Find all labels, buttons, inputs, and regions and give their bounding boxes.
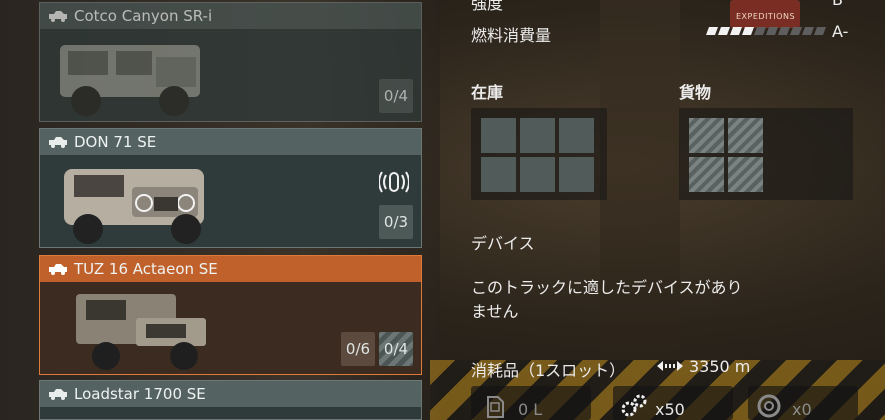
consumables-title: 消耗品（1スロット）: [471, 361, 626, 380]
rating-segment: [742, 27, 754, 35]
fuel-consumption-label: 燃料消費量: [471, 26, 552, 45]
cargo-cell[interactable]: [728, 157, 763, 192]
wheel-icon: [757, 394, 781, 418]
vehicle-name: Cotco Canyon SR-i: [74, 7, 213, 25]
winch-icon: [379, 171, 409, 193]
cargo-cell[interactable]: [689, 118, 724, 153]
rating-segment: [730, 27, 742, 35]
vehicle-name: TUZ 16 Actaeon SE: [74, 260, 218, 278]
repair-parts-icon: [621, 394, 647, 417]
cargo-cell[interactable]: [689, 157, 724, 192]
rating-segment: [814, 27, 826, 35]
inventory-cell[interactable]: [520, 157, 555, 192]
wheel-amount: x0: [792, 400, 812, 419]
vehicle-card-loadstar[interactable]: Loadstar 1700 SE: [39, 380, 422, 420]
vehicle-card-header: DON 71 SE: [40, 129, 421, 155]
trailer-slot-counter: 0/4: [379, 332, 413, 366]
devices-message-line2: ません: [471, 302, 519, 321]
cargo-slot-counter: 0/6: [341, 332, 375, 366]
stat-label-strength: 強度: [471, 0, 504, 13]
vehicle-image: [60, 45, 200, 116]
rating-segment: [718, 27, 730, 35]
vehicle-card-don[interactable]: DON 71 SE 0/3: [39, 128, 422, 248]
vehicle-name: DON 71 SE: [74, 133, 157, 151]
cargo-slot-counter: 0/4: [379, 79, 413, 113]
inventory-cell[interactable]: [481, 157, 516, 192]
inventory-cell[interactable]: [481, 118, 516, 153]
inventory-cell[interactable]: [559, 118, 594, 153]
vehicle-card-tuz-selected[interactable]: TUZ 16 Actaeon SE 0/6 0/4: [39, 255, 422, 375]
cargo-cell[interactable]: [728, 118, 763, 153]
range-value: 3350 m: [689, 357, 751, 376]
fuel-rating-bar: [706, 27, 826, 35]
vehicle-card-cotco[interactable]: Cotco Canyon SR-i 0/4: [39, 2, 422, 122]
inventory-cell[interactable]: [559, 157, 594, 192]
repair-parts-amount: x50: [655, 400, 685, 419]
stat-value-strength: B: [832, 0, 843, 9]
truck-icon: [49, 264, 67, 275]
vehicle-image: [76, 294, 206, 370]
truck-icon: [49, 137, 67, 148]
rating-segment: [766, 27, 778, 35]
rating-segment: [790, 27, 802, 35]
rating-segment: [778, 27, 790, 35]
fuel-consumption-grade: A-: [832, 22, 849, 41]
inventory-cell[interactable]: [520, 118, 555, 153]
rating-segment: [754, 27, 766, 35]
vehicle-name: Loadstar 1700 SE: [74, 385, 206, 403]
devices-message-line1: このトラックに適したデバイスがあり: [471, 278, 743, 297]
truck-icon: [49, 389, 67, 400]
inventory-grid: [471, 108, 607, 200]
expeditions-sign: EXPEDITIONS: [730, 0, 800, 28]
truck-icon: [49, 11, 67, 22]
cargo-slot-counter: 0/3: [379, 205, 413, 239]
inventory-title: 在庫: [471, 83, 504, 102]
vehicle-image: [64, 169, 204, 244]
fuel-amount: 0 L: [518, 400, 543, 419]
fuel-can-icon: [487, 396, 504, 418]
vehicle-card-header: TUZ 16 Actaeon SE: [40, 256, 421, 282]
devices-title: デバイス: [471, 234, 535, 253]
range-arrows-icon: [657, 361, 683, 371]
vehicle-card-header: Loadstar 1700 SE: [40, 381, 421, 407]
vehicle-card-header: Cotco Canyon SR-i: [40, 3, 421, 29]
rating-segment: [802, 27, 814, 35]
rating-segment: [706, 27, 718, 35]
cargo-grid: [679, 108, 853, 200]
cargo-title: 貨物: [679, 83, 712, 102]
